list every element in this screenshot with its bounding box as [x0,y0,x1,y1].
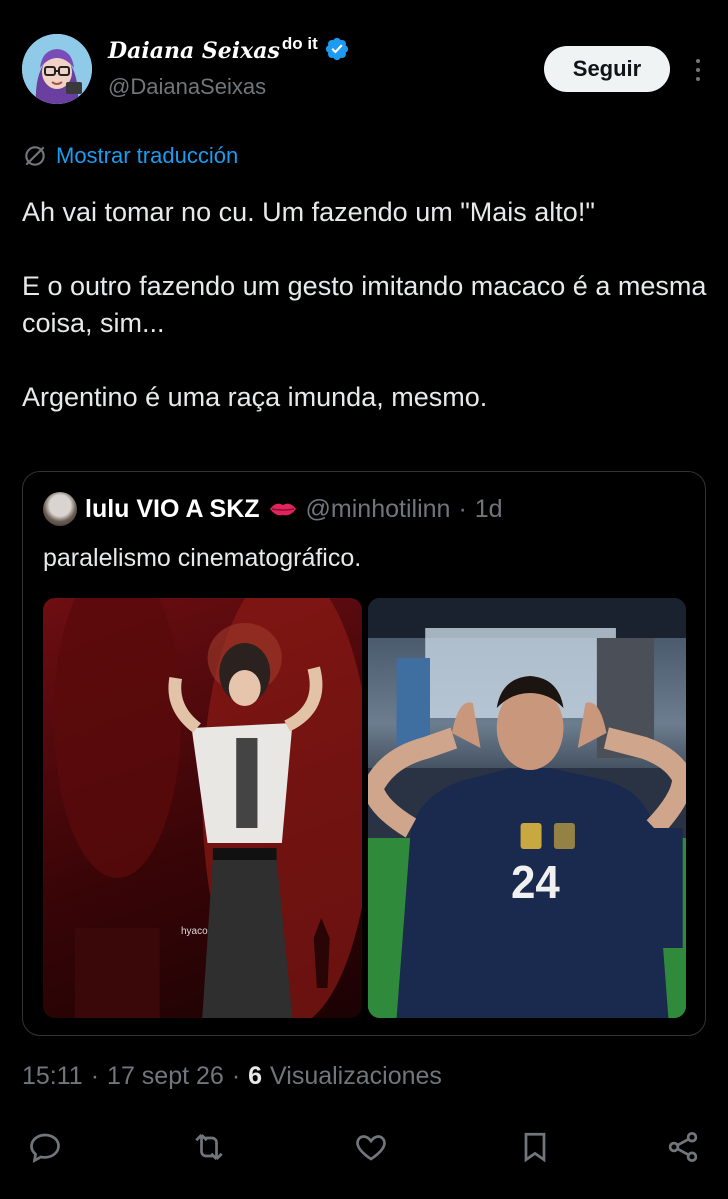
author-handle[interactable]: @DaianaSeixas [108,74,350,100]
verified-badge-icon [325,37,348,61]
tweet-header: Daiana Seixas do it @DaianaSeixas Seguir [22,34,706,106]
retweet-icon[interactable] [188,1126,230,1168]
quote-media: hyaco 24 [43,598,686,1018]
reply-icon[interactable] [24,1126,66,1168]
translate-link[interactable]: Mostrar traducción [22,143,238,169]
bookmark-icon[interactable] [514,1126,556,1168]
kiss-lips-icon [269,503,296,516]
author-display-name[interactable]: Daiana Seixas do it [108,34,350,64]
views-count: 6 [248,1062,263,1090]
quote-image-left[interactable]: hyaco [43,598,362,1018]
meta-dot-2: · [231,1062,241,1090]
more-options-icon[interactable] [690,54,706,86]
tweet-line-1: Ah vai tomar no cu. Um fazendo um "Mais … [22,197,595,227]
author-names: Daiana Seixas do it @DaianaSeixas [108,34,350,100]
like-icon[interactable] [350,1126,392,1168]
quote-separator: · [458,494,467,523]
translate-icon [25,146,45,166]
follow-button[interactable]: Seguir [544,46,670,92]
translate-label: Mostrar traducción [56,143,239,168]
watermark-text: hyaco [181,926,208,937]
quote-header: lulu VIO A SKZ @minhotilinn · 1d [43,492,503,526]
quote-author-handle[interactable]: @minhotilinn [306,495,451,524]
jersey-number: 24 [511,856,560,908]
tweet-line-2: E o outro fazendo um gesto imitando maca… [22,271,707,338]
quote-image-right[interactable]: 24 [367,598,686,1018]
quote-text: paralelismo cinematográfico. [43,544,362,572]
views-label: Visualizaciones [270,1062,442,1090]
quoted-tweet[interactable]: lulu VIO A SKZ @minhotilinn · 1d paralel… [22,471,706,1036]
tweet-line-3: Argentino é uma raça imunda, mesmo. [22,382,488,412]
author-avatar[interactable] [22,34,92,104]
quote-author-name[interactable]: lulu VIO A SKZ [85,495,260,524]
tweet-date[interactable]: 17 sept 26 [107,1062,224,1091]
meta-dot-1: · [90,1062,100,1090]
tweet-time[interactable]: 15:11 [22,1062,83,1091]
share-icon[interactable] [662,1126,704,1168]
action-bar [22,1126,706,1168]
quote-time[interactable]: 1d [475,495,503,524]
display-name-suffix: do it [281,34,318,53]
display-name-text: Daiana Seixas [108,38,280,64]
tweet-meta: 15:11 · 17 sept 26 · 6 Visualizaciones [22,1062,442,1091]
tweet-text: Ah vai tomar no cu. Um fazendo um "Mais … [22,194,712,416]
quote-avatar[interactable] [43,492,77,526]
